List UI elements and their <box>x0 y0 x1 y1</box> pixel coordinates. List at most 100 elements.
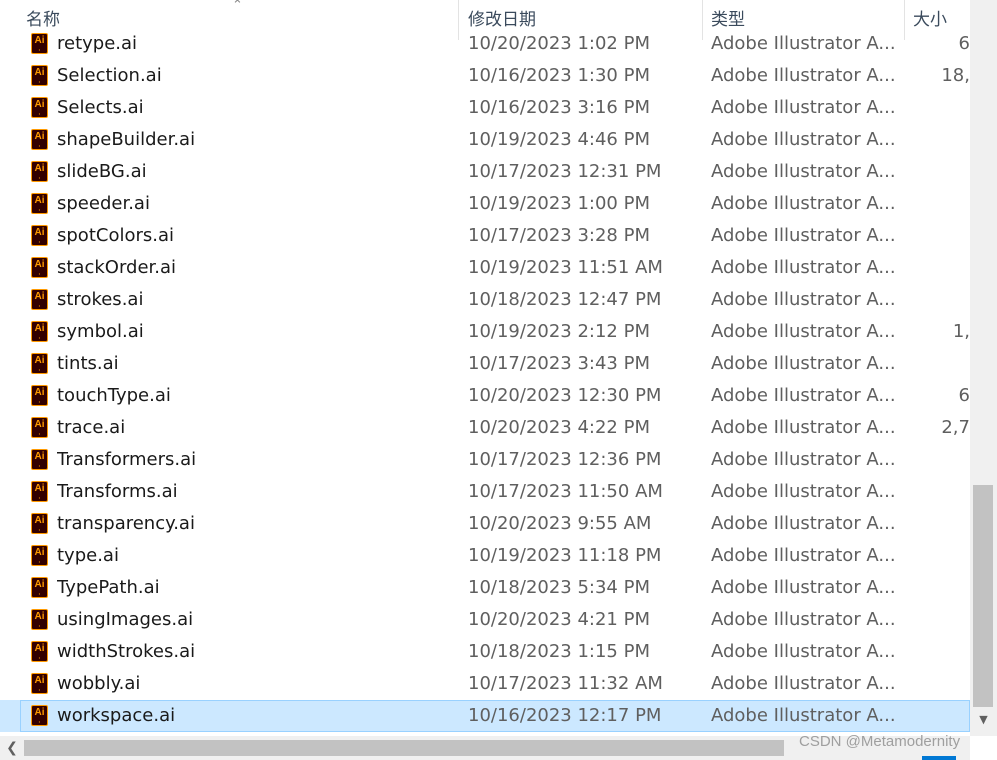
file-icon-detail: • <box>38 111 41 116</box>
file-row[interactable]: Ai • stackOrder.ai 10/19/2023 11:51 AM Adobe… <box>0 252 970 284</box>
file-type: Adobe Illustrator A... <box>711 449 896 470</box>
file-type: Adobe Illustrator A... <box>711 417 896 438</box>
file-size <box>908 252 970 284</box>
status-accent-bar <box>922 756 956 760</box>
file-row[interactable]: Ai • symbol.ai 10/19/2023 2:12 PM Adobe Illu… <box>0 316 970 348</box>
file-type: Adobe Illustrator A... <box>711 513 896 534</box>
file-date-modified: 10/20/2023 4:21 PM <box>468 609 650 630</box>
file-row[interactable]: Ai • wobbly.ai 10/17/2023 11:32 AM Adobe Ill… <box>0 668 970 700</box>
file-name: Transforms.ai <box>57 481 178 502</box>
file-row[interactable]: Ai • speeder.ai 10/19/2023 1:00 PM Adobe Ill… <box>0 188 970 220</box>
file-size: 6 <box>958 33 970 54</box>
file-icon-label: Ai <box>34 227 45 238</box>
file-icon-label: Ai <box>34 291 45 302</box>
file-row[interactable]: Ai • slideBG.ai 10/17/2023 12:31 PM Adobe Il… <box>0 156 970 188</box>
vertical-scrollbar-thumb[interactable] <box>973 485 993 707</box>
adobe-illustrator-file-icon: Ai • <box>31 481 48 502</box>
file-row[interactable]: Ai • usingImages.ai 10/20/2023 4:21 PM Adobe… <box>0 604 970 636</box>
scroll-down-arrow-icon[interactable]: ▼ <box>970 708 997 732</box>
adobe-illustrator-file-icon: Ai • <box>31 225 48 246</box>
file-date-modified: 10/19/2023 2:12 PM <box>468 321 650 342</box>
file-size <box>908 572 970 604</box>
adobe-illustrator-file-icon: Ai • <box>31 417 48 438</box>
file-icon-label: Ai <box>34 387 45 398</box>
file-icon-detail: • <box>38 303 41 308</box>
file-date-modified: 10/17/2023 3:43 PM <box>468 353 650 374</box>
file-icon-detail: • <box>38 143 41 148</box>
file-row[interactable]: Ai • workspace.ai 10/16/2023 12:17 PM Adobe … <box>0 700 970 732</box>
file-type: Adobe Illustrator A... <box>711 353 896 374</box>
file-type: Adobe Illustrator A... <box>711 193 896 214</box>
adobe-illustrator-file-icon: Ai • <box>31 385 48 406</box>
file-name: strokes.ai <box>57 289 144 310</box>
file-date-modified: 10/18/2023 5:34 PM <box>468 577 650 598</box>
adobe-illustrator-file-icon: Ai • <box>31 513 48 534</box>
file-type: Adobe Illustrator A... <box>711 673 896 694</box>
file-name: Transformers.ai <box>57 449 197 470</box>
file-icon-label: Ai <box>34 35 45 46</box>
file-icon-label: Ai <box>34 67 45 78</box>
file-size <box>908 92 970 124</box>
file-date-modified: 10/17/2023 11:50 AM <box>468 481 663 502</box>
file-row[interactable]: Ai • trace.ai 10/20/2023 4:22 PM Adobe Illus… <box>0 412 970 444</box>
horizontal-scrollbar-thumb[interactable] <box>24 740 784 756</box>
file-size <box>908 284 970 316</box>
scroll-left-arrow-icon[interactable]: ❮ <box>0 736 24 760</box>
file-name: workspace.ai <box>57 705 176 726</box>
file-row[interactable]: Ai • Transforms.ai 10/17/2023 11:50 AM Adobe… <box>0 476 970 508</box>
file-type: Adobe Illustrator A... <box>711 641 896 662</box>
file-icon-detail: • <box>38 623 41 628</box>
file-type: Adobe Illustrator A... <box>711 225 896 246</box>
file-icon-detail: • <box>38 431 41 436</box>
file-size: 18, <box>941 65 970 86</box>
vertical-scrollbar[interactable]: ▼ <box>970 0 997 736</box>
file-type: Adobe Illustrator A... <box>711 705 896 726</box>
file-date-modified: 10/20/2023 4:22 PM <box>468 417 650 438</box>
file-row[interactable]: Ai • Selection.ai 10/16/2023 1:30 PM Adobe I… <box>0 60 970 92</box>
file-icon-label: Ai <box>34 675 45 686</box>
file-date-modified: 10/16/2023 12:17 PM <box>468 705 662 726</box>
file-type: Adobe Illustrator A... <box>711 481 896 502</box>
file-row[interactable]: Ai • transparency.ai 10/20/2023 9:55 AM Adob… <box>0 508 970 540</box>
file-icon-label: Ai <box>34 131 45 142</box>
file-date-modified: 10/17/2023 12:36 PM <box>468 449 662 470</box>
file-name: Selection.ai <box>57 65 162 86</box>
file-name: usingImages.ai <box>57 609 194 630</box>
file-name: spotColors.ai <box>57 225 174 246</box>
file-row[interactable]: Ai • touchType.ai 10/20/2023 12:30 PM Adobe … <box>0 380 970 412</box>
file-size <box>908 700 970 732</box>
file-row[interactable]: Ai • Transformers.ai 10/17/2023 12:36 PM Ado… <box>0 444 970 476</box>
file-name: slideBG.ai <box>57 161 147 182</box>
file-icon-detail: • <box>38 719 41 724</box>
file-icon-label: Ai <box>34 643 45 654</box>
file-row[interactable]: Ai • tints.ai 10/17/2023 3:43 PM Adobe Illus… <box>0 348 970 380</box>
file-row[interactable]: Ai • shapeBuilder.ai 10/19/2023 4:46 PM Adob… <box>0 124 970 156</box>
adobe-illustrator-file-icon: Ai • <box>31 289 48 310</box>
adobe-illustrator-file-icon: Ai • <box>31 545 48 566</box>
file-row[interactable]: Ai • spotColors.ai 10/17/2023 3:28 PM Adobe … <box>0 220 970 252</box>
file-row[interactable]: Ai • TypePath.ai 10/18/2023 5:34 PM Adobe Il… <box>0 572 970 604</box>
file-date-modified: 10/18/2023 1:15 PM <box>468 641 650 662</box>
file-name: trace.ai <box>57 417 126 438</box>
file-icon-detail: • <box>38 175 41 180</box>
file-icon-detail: • <box>38 527 41 532</box>
file-icon-label: Ai <box>34 451 45 462</box>
file-type: Adobe Illustrator A... <box>711 545 896 566</box>
file-icon-label: Ai <box>34 707 45 718</box>
file-name: transparency.ai <box>57 513 195 534</box>
file-date-modified: 10/19/2023 11:18 PM <box>468 545 662 566</box>
file-icon-detail: • <box>38 239 41 244</box>
file-row[interactable]: Ai • widthStrokes.ai 10/18/2023 1:15 PM Adob… <box>0 636 970 668</box>
file-row[interactable]: Ai • strokes.ai 10/18/2023 12:47 PM Adobe Il… <box>0 284 970 316</box>
adobe-illustrator-file-icon: Ai • <box>31 193 48 214</box>
file-size <box>908 188 970 220</box>
file-size <box>908 508 970 540</box>
file-row[interactable]: Ai • Selects.ai 10/16/2023 3:16 PM Adobe Ill… <box>0 92 970 124</box>
file-row[interactable]: Ai • type.ai 10/19/2023 11:18 PM Adobe Illus… <box>0 540 970 572</box>
file-icon-label: Ai <box>34 99 45 110</box>
adobe-illustrator-file-icon: Ai • <box>31 705 48 726</box>
file-row[interactable]: Ai • retype.ai 10/20/2023 1:02 PM Adobe Illu… <box>0 28 970 60</box>
adobe-illustrator-file-icon: Ai • <box>31 673 48 694</box>
file-type: Adobe Illustrator A... <box>711 129 896 150</box>
file-icon-detail: • <box>38 207 41 212</box>
